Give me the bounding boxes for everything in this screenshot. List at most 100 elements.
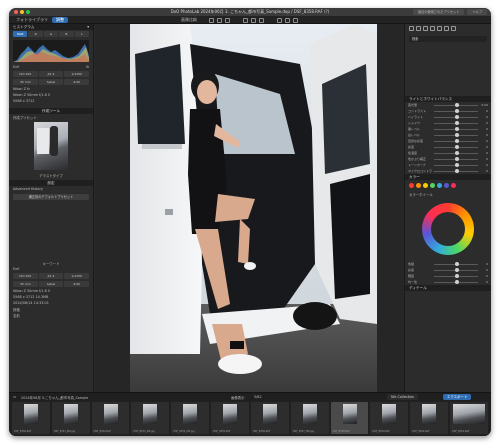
channel-r-button[interactable]: R [28, 31, 43, 37]
slider-value[interactable]: 0 [480, 115, 488, 119]
filmstrip-thumbnail[interactable]: DSF_8357_MK.jpg [290, 402, 329, 434]
color-tab-icon[interactable] [416, 26, 421, 31]
wheel-slider-value[interactable]: 0 [480, 274, 488, 278]
local-adjust-icon[interactable] [243, 17, 248, 23]
filmstrip-thumbnail[interactable]: DSF_8351_MK.jpg [51, 402, 90, 434]
color-swatch[interactable] [451, 183, 456, 188]
slider-track[interactable] [434, 121, 478, 125]
slider-track[interactable] [434, 133, 478, 137]
perspective-icon[interactable] [225, 17, 230, 23]
wheel-slider-value[interactable]: 0 [480, 268, 488, 272]
wheel-slider-track[interactable] [434, 262, 478, 266]
redeye-icon[interactable] [259, 17, 264, 23]
detail-tab-icon[interactable] [423, 26, 428, 31]
slider-knob[interactable] [455, 109, 460, 113]
filmstrip-thumbnail[interactable]: DSF_8359.RAF [370, 402, 409, 434]
search-icon[interactable] [451, 26, 456, 31]
slider-value[interactable]: 0 [480, 169, 488, 173]
slider-knob[interactable] [455, 103, 460, 107]
color-swatch[interactable] [430, 183, 435, 188]
slider-value[interactable]: 0 [480, 151, 488, 155]
tab-customize[interactable]: 調整 [52, 17, 68, 23]
slider-value[interactable]: 0 [480, 145, 488, 149]
slider-value[interactable]: 0 [480, 127, 488, 131]
channel-rgb-button[interactable]: RGB [13, 31, 28, 37]
filmstrip-thumbnail[interactable]: DSF_8350.RAF [12, 402, 50, 434]
preset-section-header[interactable]: 作成ツール [9, 108, 93, 114]
split-view-icon[interactable] [293, 17, 298, 23]
filmstrip-thumbnail[interactable]: DSF_8360.RAF [410, 402, 449, 434]
filmstrip-thumbnail[interactable]: DSF_8358.RAF [330, 402, 369, 434]
repair-icon[interactable] [251, 17, 256, 23]
light-tab-icon[interactable] [409, 26, 414, 31]
channel-l-button[interactable]: L [74, 31, 90, 37]
gear-icon[interactable]: ⚙ [86, 65, 89, 69]
slider-knob[interactable] [455, 157, 460, 161]
filmstrip-thumbnail[interactable]: DSF_8352.RAF [91, 402, 130, 434]
slider-track[interactable] [434, 127, 478, 131]
slider-knob[interactable] [455, 151, 460, 155]
slider-track[interactable] [434, 151, 478, 155]
channel-b-button[interactable]: B [59, 31, 74, 37]
slider-knob[interactable] [455, 115, 460, 119]
wheel-slider-knob[interactable] [455, 274, 460, 278]
slider-value[interactable]: 0.00 [480, 103, 488, 107]
fit-icon[interactable] [277, 17, 282, 23]
wheel-slider-knob[interactable] [455, 268, 460, 272]
slider-knob[interactable] [455, 169, 460, 173]
slider-value[interactable]: 0 [480, 121, 488, 125]
filmstrip-thumbnail[interactable]: DSF_8354_MK.jpg [171, 402, 210, 434]
help-button[interactable]: ヘルプ [467, 9, 487, 15]
slider-track[interactable] [434, 115, 478, 119]
wheel-slider-value[interactable]: 0 [480, 280, 488, 284]
slider-value[interactable]: 0 [480, 163, 488, 167]
search-input[interactable]: 検索 [409, 36, 487, 42]
color-swatch[interactable] [423, 183, 428, 188]
slider-value[interactable]: 0 [480, 139, 488, 143]
slider-knob[interactable] [455, 133, 460, 137]
color-swatch[interactable] [416, 183, 421, 188]
slider-track[interactable] [434, 103, 478, 107]
light-section-header[interactable]: ライトとホワイトバランス [405, 96, 491, 102]
slider-knob[interactable] [455, 145, 460, 149]
folder-icon[interactable]: ▭ [13, 395, 16, 399]
detail-section-header[interactable]: ディテール [405, 285, 491, 291]
slider-knob[interactable] [455, 127, 460, 131]
color-swatch[interactable] [409, 183, 414, 188]
settings-section-header[interactable]: 設定 [9, 180, 93, 186]
slider-track[interactable] [434, 157, 478, 161]
default-preset-button[interactable]: 補正前のデフォルトプリセット [13, 194, 89, 200]
wheel-slider-track[interactable] [434, 268, 478, 272]
image-viewer[interactable] [95, 24, 404, 392]
color-wheel[interactable] [422, 203, 474, 255]
crop-icon[interactable] [209, 17, 214, 23]
slider-track[interactable] [434, 145, 478, 149]
folder-path[interactable]: 2024年06月 3.こちゃん_都市写真_Sample [21, 395, 88, 400]
slider-track[interactable] [434, 163, 478, 167]
preset-preview-thumbnail[interactable] [34, 122, 68, 170]
color-swatch[interactable] [437, 183, 442, 188]
filmstrip-thumbnail[interactable]: DSF_8356.RAF [250, 402, 289, 434]
wheel-slider-track[interactable] [434, 280, 478, 284]
filmstrip-thumbnail[interactable]: DSF_8355.RAF [211, 402, 249, 434]
slider-knob[interactable] [455, 139, 460, 143]
histogram-header[interactable]: ヒストグラム ▾ [9, 24, 93, 30]
wheel-slider-track[interactable] [434, 274, 478, 278]
favorites-tab-icon[interactable] [444, 26, 449, 31]
slider-track[interactable] [434, 109, 478, 113]
slider-knob[interactable] [455, 163, 460, 167]
recent-presets-button[interactable]: 最近の使用されたプリセット [413, 9, 465, 15]
color-swatch[interactable] [444, 183, 449, 188]
slider-knob[interactable] [455, 121, 460, 125]
chevron-down-icon[interactable]: ▾ [87, 24, 89, 30]
slider-track[interactable] [434, 169, 478, 173]
watermark-tab-icon[interactable] [437, 26, 442, 31]
wheel-slider-knob[interactable] [455, 262, 460, 266]
zoom-100-icon[interactable] [285, 17, 290, 23]
filmstrip-thumbnail[interactable]: DSF_8361.RAF [450, 402, 488, 434]
wheel-slider-knob[interactable] [455, 280, 460, 284]
horizon-icon[interactable] [217, 17, 222, 23]
tab-photo-library[interactable]: フォトライブラリ [12, 17, 52, 23]
geometry-tab-icon[interactable] [430, 26, 435, 31]
color-section-header[interactable]: カラー [405, 174, 491, 180]
